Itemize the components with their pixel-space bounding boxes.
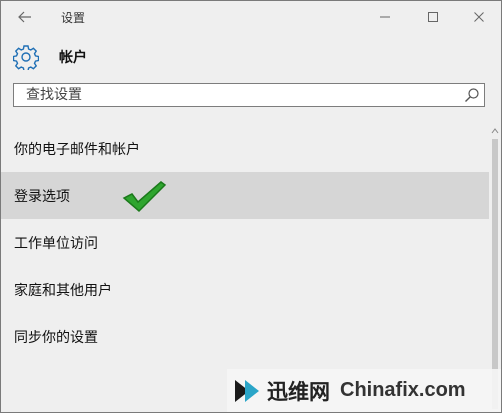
maximize-icon — [428, 12, 438, 22]
settings-window: 设置 帐户 查找设置 你的电子邮件和帐户 登录选项 工作单位访问 家庭和其他用户… — [0, 0, 502, 413]
close-button[interactable] — [465, 5, 493, 29]
back-arrow-icon — [18, 11, 31, 23]
checkmark-icon — [122, 181, 167, 213]
back-button[interactable] — [11, 5, 39, 29]
page-header: 帐户 — [13, 43, 87, 71]
search-box — [13, 83, 485, 107]
menu-item-email-accounts[interactable]: 你的电子邮件和帐户 — [1, 125, 489, 172]
menu-item-label: 工作单位访问 — [14, 235, 98, 252]
menu-item-sign-in-options[interactable]: 登录选项 — [1, 172, 489, 219]
close-icon — [474, 12, 484, 22]
scroll-up-icon[interactable] — [491, 127, 499, 135]
minimize-button[interactable] — [371, 5, 399, 29]
title-bar: 设置 — [1, 1, 501, 33]
maximize-button[interactable] — [419, 5, 447, 29]
menu-item-work-access[interactable]: 工作单位访问 — [1, 219, 489, 266]
menu-item-label: 家庭和其他用户 — [14, 282, 112, 299]
search-input[interactable] — [14, 84, 454, 106]
watermark: 迅维网 Chinafix.com — [227, 369, 501, 412]
menu-item-label: 你的电子邮件和帐户 — [14, 141, 140, 158]
page-title: 帐户 — [59, 50, 87, 66]
minimize-icon — [380, 16, 390, 18]
gear-icon — [13, 45, 39, 70]
chinafix-logo-icon — [235, 379, 259, 402]
menu-item-label: 同步你的设置 — [14, 329, 98, 346]
settings-menu: 你的电子邮件和帐户 登录选项 工作单位访问 家庭和其他用户 同步你的设置 — [1, 125, 489, 360]
window-title: 设置 — [61, 11, 86, 25]
watermark-site: Chinafix.com — [340, 379, 466, 401]
menu-item-family-users[interactable]: 家庭和其他用户 — [1, 266, 489, 313]
menu-item-sync-settings[interactable]: 同步你的设置 — [1, 313, 489, 360]
menu-item-label: 登录选项 — [14, 188, 70, 205]
search-icon[interactable] — [464, 87, 480, 103]
watermark-brand: 迅维网 — [267, 379, 330, 404]
